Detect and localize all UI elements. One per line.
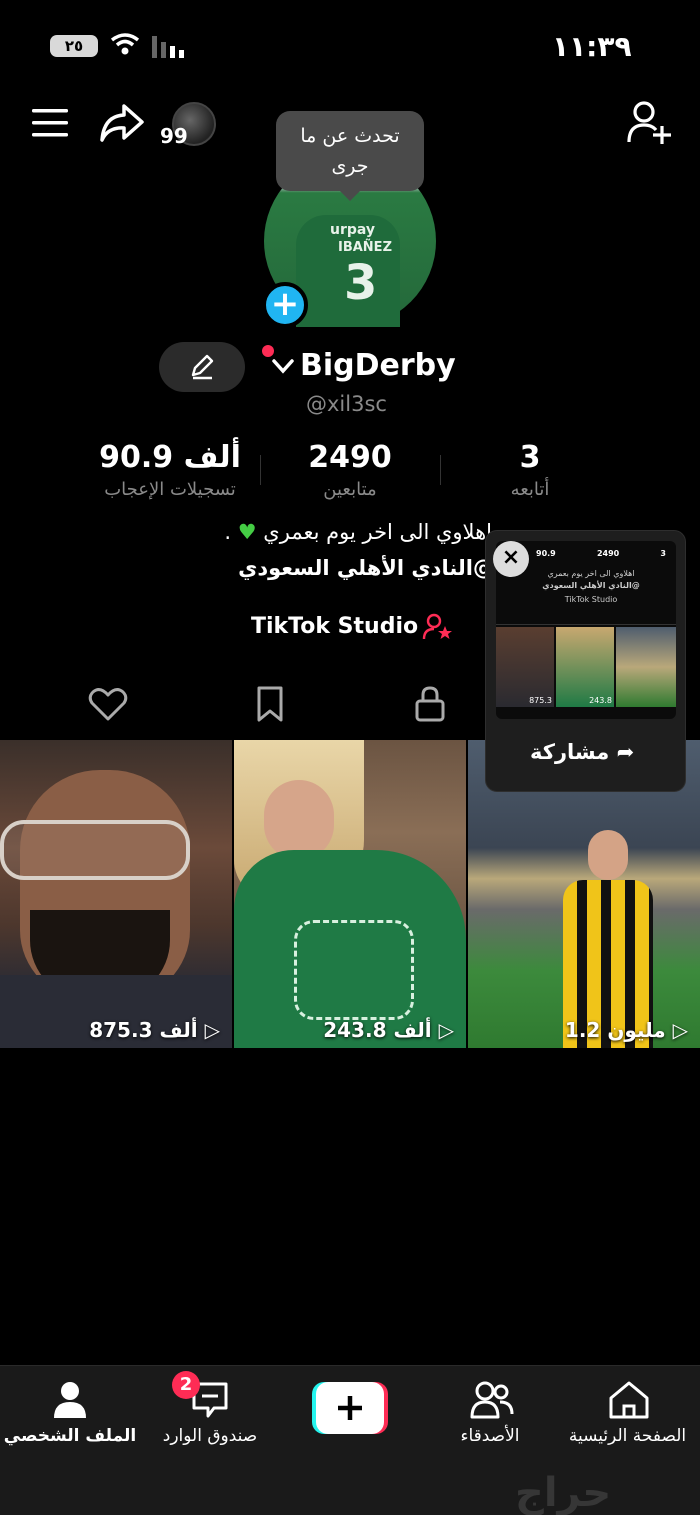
chevron-down-icon[interactable] [270, 356, 296, 376]
edit-profile-button[interactable] [159, 342, 245, 392]
jersey-number: 3 [344, 255, 378, 311]
person-star-icon [422, 613, 452, 640]
home-icon [609, 1381, 649, 1419]
mini-tabs [496, 611, 676, 625]
jersey-sponsor: urpay [330, 222, 376, 238]
tooltip-line1: تحدث عن ما [300, 125, 400, 147]
nav-friends-label: الأصدقاء [460, 1426, 520, 1446]
mini-views: 875.3 [529, 696, 552, 705]
mini-thumb: 875.3 [496, 627, 554, 707]
stat-likes[interactable]: 90.9 ألف تسجيلات الإعجاب [80, 440, 260, 500]
share-profile-icon[interactable] [98, 100, 146, 144]
mini-stat: 2490 [596, 549, 620, 558]
nav-friends[interactable]: الأصدقاء [415, 1378, 565, 1458]
view-count: 875.3 ألف ▷ [89, 1018, 220, 1042]
haraj-watermark: حراج [515, 1470, 612, 1515]
view-count-value: 1.2 مليون [564, 1018, 666, 1042]
wifi-icon [110, 33, 140, 55]
mini-bio: اهلاوي الى اخر يوم بعمري [547, 569, 635, 578]
nav-inbox[interactable]: صندوق الوارد [140, 1378, 290, 1458]
stat-followers[interactable]: 2490 متابعين [260, 440, 440, 500]
bio-line1: اهلاوي الى اخر يوم بعمري ♥ . [200, 520, 492, 544]
mini-thumb: 243.8 [556, 627, 614, 707]
tiktok-studio-link[interactable]: TikTok Studio [251, 614, 418, 639]
pencil-icon [191, 354, 214, 380]
mini-bio2: @النادي الأهلي السعودي [542, 581, 640, 590]
play-icon: ▷ [672, 1018, 688, 1042]
share-label: مشاركة [530, 740, 610, 764]
saved-tab-bookmark-icon[interactable] [248, 682, 292, 726]
play-icon: ▷ [438, 1018, 454, 1042]
likes-label: تسجيلات الإعجاب [104, 479, 236, 500]
nav-profile-label: الملف الشخصي [3, 1426, 137, 1446]
nav-inbox-label: صندوق الوارد [162, 1426, 258, 1446]
mini-stat: 3 [660, 549, 666, 558]
tooltip-line2: جرى [331, 155, 369, 177]
liked-tab-heart-icon[interactable] [86, 682, 130, 726]
view-count: 243.8 ألف ▷ [323, 1018, 454, 1042]
view-count: 1.2 مليون ▷ [565, 1018, 688, 1042]
friends-icon [470, 1381, 514, 1419]
mini-thumb [616, 627, 676, 707]
likes-count: 90.9 ألف [99, 440, 241, 475]
clock: ١١:٣٩ [552, 30, 632, 63]
battery-indicator: ٢٥ [50, 35, 98, 57]
tooltip-arrow [338, 189, 362, 201]
add-friend-icon[interactable] [626, 100, 672, 146]
nav-profile[interactable]: الملف الشخصي [0, 1378, 150, 1458]
profile-person-icon [54, 1382, 86, 1418]
nav-home[interactable]: الصفحة الرئيسية [555, 1378, 700, 1458]
private-tab-lock-icon[interactable] [408, 682, 452, 726]
bio-text: اهلاوي الى اخر يوم بعمري [263, 520, 492, 544]
following-count: 3 [519, 440, 541, 475]
play-icon: ▷ [204, 1018, 220, 1042]
nav-home-label: الصفحة الرئيسية [568, 1426, 687, 1446]
green-heart-icon: ♥ [237, 520, 257, 544]
mini-views: 243.8 [589, 696, 612, 705]
jersey-name: IBAÑEZ [338, 240, 392, 255]
close-popup-button[interactable]: × [493, 541, 529, 577]
mini-studio: TikTok Studio [564, 595, 618, 604]
video-thumbnail[interactable]: 243.8 ألف ▷ [234, 740, 466, 1048]
username[interactable]: BigDerby [300, 348, 456, 383]
video-thumbnail[interactable]: 875.3 ألف ▷ [0, 740, 232, 1048]
mini-stats: 90.9 2490 3 [536, 549, 666, 558]
view-count-value: 875.3 ألف [89, 1018, 198, 1042]
story-count: 99 [160, 124, 188, 148]
following-label: أتابعه [510, 479, 550, 500]
mini-stat: 90.9 [536, 549, 556, 558]
popup-share-button[interactable]: مشاركة ➦ [530, 740, 634, 764]
followers-count: 2490 [308, 440, 392, 475]
add-story-plus-icon[interactable]: + [262, 282, 308, 328]
share-arrow-icon: ➦ [616, 740, 635, 764]
followers-label: متابعين [323, 479, 377, 500]
bio-mention-link[interactable]: @النادي الأهلي السعودي [212, 556, 494, 580]
stat-following[interactable]: 3 أتابعه [440, 440, 620, 500]
create-plus-button[interactable] [312, 1382, 388, 1434]
user-handle: @xil3sc [306, 392, 387, 416]
view-count-value: 243.8 ألف [323, 1018, 432, 1042]
bio-line1-end: . [224, 520, 232, 544]
signal-icon [152, 36, 184, 58]
inbox-badge: 2 [172, 1371, 200, 1399]
story-tooltip[interactable]: تحدث عن ما جرى [276, 111, 424, 191]
menu-icon[interactable] [30, 106, 70, 140]
